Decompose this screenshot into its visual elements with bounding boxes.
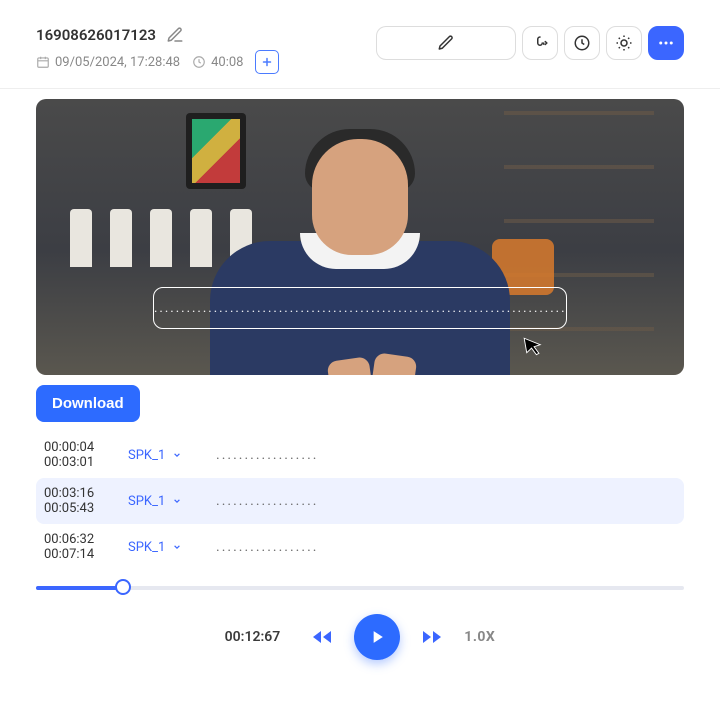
edit-title-icon[interactable]: [166, 26, 184, 44]
forward-button[interactable]: [418, 623, 446, 651]
history-button[interactable]: [564, 26, 600, 60]
speaker-label: SPK_1: [128, 494, 165, 509]
transcript-list: 00:00:0400:03:01SPK_1..................0…: [36, 432, 684, 570]
segment-end: 00:03:01: [44, 455, 110, 470]
video-subject: [230, 129, 490, 375]
theme-button[interactable]: [606, 26, 642, 60]
progress-fill: [36, 586, 123, 590]
caption-overlay: ........................................…: [153, 287, 567, 329]
segment-start: 00:00:04: [44, 440, 110, 455]
rewind-button[interactable]: [308, 623, 336, 651]
transcript-segment[interactable]: 00:06:3200:07:14 SPK_1..................: [36, 524, 684, 570]
segment-times: 00:00:0400:03:01: [44, 440, 110, 470]
cursor-icon: [520, 333, 545, 358]
progress-bar[interactable]: [36, 578, 684, 596]
progress-track: [36, 586, 684, 590]
segment-times: 00:03:1600:05:43: [44, 486, 110, 516]
segment-start: 00:06:32: [44, 532, 110, 547]
segment-speaker[interactable]: SPK_1: [128, 448, 198, 463]
segment-text: ..................: [216, 493, 318, 509]
date-text: 09/05/2024, 17:28:48: [55, 55, 180, 70]
segment-speaker[interactable]: SPK_1: [128, 494, 198, 509]
add-button[interactable]: [255, 50, 279, 74]
background-stools: [70, 209, 252, 267]
clock-icon: [192, 55, 206, 69]
speaker-label: SPK_1: [128, 540, 165, 555]
segment-start: 00:03:16: [44, 486, 110, 501]
date-meta: 09/05/2024, 17:28:48: [36, 55, 180, 70]
chevron-down-icon: [172, 450, 182, 460]
current-time: 00:12:67: [225, 629, 281, 645]
progress-thumb[interactable]: [115, 579, 131, 595]
chevron-down-icon: [172, 542, 182, 552]
segment-text: ..................: [216, 539, 318, 555]
transcript-segment[interactable]: 00:00:0400:03:01 SPK_1..................: [36, 432, 684, 478]
playback-speed[interactable]: 1.0X: [464, 629, 495, 645]
calendar-icon: [36, 55, 50, 69]
speaker-label: SPK_1: [128, 448, 165, 463]
edit-button[interactable]: [376, 26, 516, 60]
chevron-down-icon: [172, 496, 182, 506]
more-button[interactable]: [648, 26, 684, 60]
segment-end: 00:07:14: [44, 547, 110, 562]
segment-times: 00:06:3200:07:14: [44, 532, 110, 562]
recording-title: 16908626017123: [36, 26, 156, 44]
segment-text: ..................: [216, 447, 318, 463]
segment-end: 00:05:43: [44, 501, 110, 516]
segment-speaker[interactable]: SPK_1: [128, 540, 198, 555]
caption-text: ........................................…: [154, 301, 566, 316]
voice-button[interactable]: [522, 26, 558, 60]
download-button[interactable]: Download: [36, 385, 140, 422]
duration-text: 40:08: [211, 55, 243, 70]
duration-meta: 40:08: [192, 55, 243, 70]
play-button[interactable]: [354, 614, 400, 660]
transcript-segment[interactable]: 00:03:1600:05:43 SPK_1..................: [36, 478, 684, 524]
video-player[interactable]: ........................................…: [36, 99, 684, 375]
